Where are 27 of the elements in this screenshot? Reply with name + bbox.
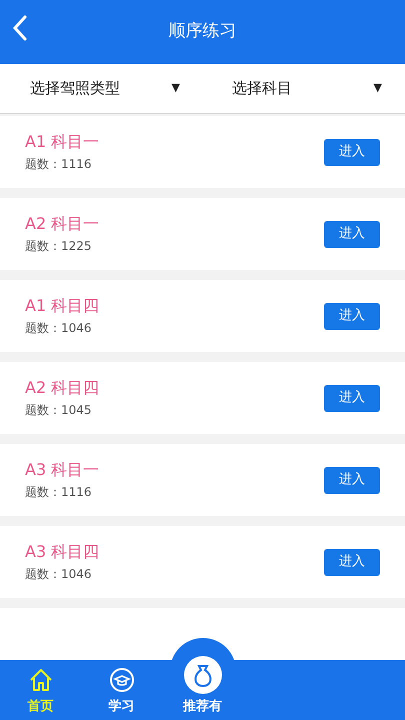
back-icon[interactable]: [12, 14, 28, 42]
question-count: 题数：1116: [25, 156, 93, 172]
item-title: A3 科目一: [25, 460, 100, 480]
item-title: A1 科目一: [25, 132, 100, 152]
enter-button[interactable]: 进入: [324, 138, 380, 166]
enter-button[interactable]: 进入: [324, 302, 380, 330]
tab-item[interactable]: 学习: [81, 666, 162, 716]
question-count: 题数：1225: [25, 238, 93, 254]
question-count: 题数：1046: [25, 566, 93, 582]
item-title: A1 科目四: [25, 296, 100, 316]
page-title: 顺序练习: [168, 20, 236, 44]
tab-item[interactable]: 首页: [0, 666, 81, 716]
tab-item[interactable]: 推荐有: [162, 654, 243, 716]
question-count: 题数：1045: [25, 402, 93, 418]
home-icon: [28, 666, 54, 692]
item-title: A2 科目四: [25, 378, 100, 398]
study-icon: [108, 666, 134, 692]
enter-button[interactable]: 进入: [324, 548, 380, 576]
enter-button[interactable]: 进入: [324, 220, 380, 248]
item-title: A3 科目四: [25, 542, 100, 562]
enter-button[interactable]: 进入: [324, 384, 380, 412]
question-count: 题数：1046: [25, 320, 93, 336]
filter-dropdown[interactable]: 选择科目 ▼: [202, 77, 404, 100]
filter-dropdown[interactable]: 选择驾照类型 ▼: [0, 77, 202, 100]
enter-button[interactable]: 进入: [324, 466, 380, 494]
question-count: 题数：1116: [25, 484, 93, 500]
item-title: A2 科目一: [25, 214, 100, 234]
